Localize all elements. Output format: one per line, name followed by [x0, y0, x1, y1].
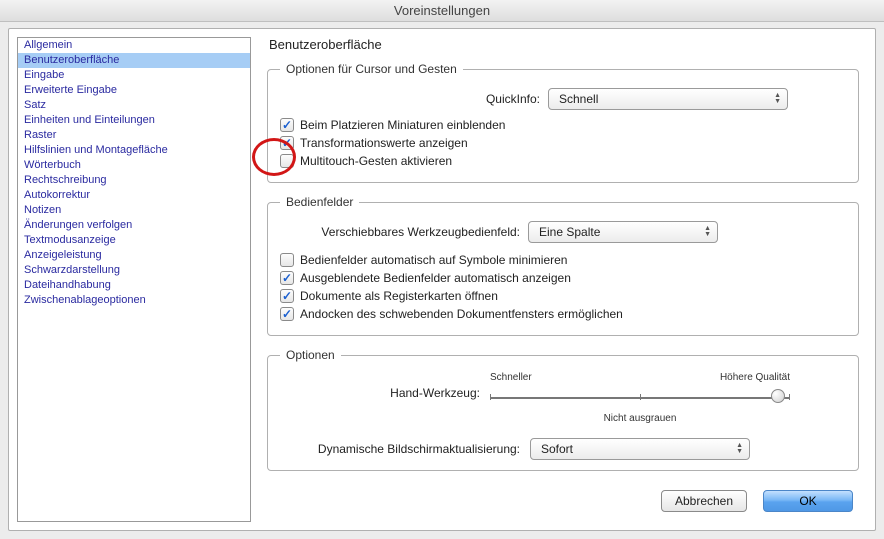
legend-panels: Bedienfelder [280, 195, 359, 209]
sidebar-item[interactable]: Änderungen verfolgen [18, 218, 250, 233]
sidebar-item[interactable]: Allgemein [18, 38, 250, 53]
sidebar-item[interactable]: Dateihandhabung [18, 278, 250, 293]
checkbox-dock-floating[interactable] [280, 307, 294, 321]
slider-label-left: Schneller [490, 372, 532, 383]
dynamic-refresh-value: Sofort [541, 442, 573, 456]
updown-icon: ▲▼ [774, 93, 781, 105]
checkbox-transform-values[interactable] [280, 136, 294, 150]
window-title: Voreinstellungen [0, 0, 884, 22]
updown-icon: ▲▼ [736, 443, 743, 455]
checkbox-auto-show-hidden-label: Ausgeblendete Bedienfelder automatisch a… [300, 271, 571, 285]
checkbox-multitouch[interactable] [280, 154, 294, 168]
sidebar-item[interactable]: Schwarzdarstellung [18, 263, 250, 278]
sidebar-item[interactable]: Wörterbuch [18, 158, 250, 173]
checkbox-auto-show-hidden[interactable] [280, 271, 294, 285]
hand-tool-slider[interactable] [490, 385, 790, 409]
dynamic-refresh-label: Dynamische Bildschirmaktualisierung: [280, 442, 520, 456]
fieldset-options: Optionen Hand-Werkzeug: Schneller Höhere… [267, 348, 859, 471]
checkbox-auto-minimize-label: Bedienfelder automatisch auf Symbole min… [300, 253, 567, 267]
sidebar-wrap: AllgemeinBenutzeroberflächeEingabeErweit… [17, 37, 251, 522]
main-panel: Benutzeroberfläche Optionen für Cursor u… [267, 37, 867, 522]
toolpanel-label: Verschiebbares Werkzeugbedienfeld: [280, 225, 520, 239]
slider-label-mid: Nicht ausgrauen [490, 413, 790, 424]
fieldset-cursor-gestures: Optionen für Cursor und Gesten QuickInfo… [267, 62, 859, 183]
legend-cursor-gestures: Optionen für Cursor und Gesten [280, 62, 463, 76]
sidebar-item[interactable]: Rechtschreibung [18, 173, 250, 188]
sidebar-item[interactable]: Erweiterte Eingabe [18, 83, 250, 98]
slider-thumb[interactable] [771, 389, 785, 403]
cancel-button[interactable]: Abbrechen [661, 490, 747, 512]
quickinfo-value: Schnell [559, 92, 598, 106]
checkbox-multitouch-label: Multitouch-Gesten aktivieren [300, 154, 452, 168]
checkbox-tabs-label: Dokumente als Registerkarten öffnen [300, 289, 498, 303]
quickinfo-label: QuickInfo: [280, 92, 540, 106]
sidebar-item[interactable]: Zwischenablageoptionen [18, 293, 250, 308]
toolpanel-value: Eine Spalte [539, 225, 600, 239]
slider-label-right: Höhere Qualität [720, 372, 790, 383]
fieldset-panels: Bedienfelder Verschiebbares Werkzeugbedi… [267, 195, 859, 336]
sidebar-item[interactable]: Einheiten und Einteilungen [18, 113, 250, 128]
toolpanel-select[interactable]: Eine Spalte ▲▼ [528, 221, 718, 243]
ok-button[interactable]: OK [763, 490, 853, 512]
sidebar-item[interactable]: Satz [18, 98, 250, 113]
category-sidebar[interactable]: AllgemeinBenutzeroberflächeEingabeErweit… [17, 37, 251, 522]
sidebar-item[interactable]: Benutzeroberfläche [18, 53, 250, 68]
checkbox-transform-values-label: Transformationswerte anzeigen [300, 136, 468, 150]
sidebar-item[interactable]: Raster [18, 128, 250, 143]
checkbox-tabs[interactable] [280, 289, 294, 303]
content-area: AllgemeinBenutzeroberflächeEingabeErweit… [8, 28, 876, 531]
preferences-window: Voreinstellungen AllgemeinBenutzeroberfl… [0, 0, 884, 539]
legend-options: Optionen [280, 348, 341, 362]
checkbox-auto-minimize[interactable] [280, 253, 294, 267]
quickinfo-select[interactable]: Schnell ▲▼ [548, 88, 788, 110]
dynamic-refresh-select[interactable]: Sofort ▲▼ [530, 438, 750, 460]
sidebar-item[interactable]: Textmodusanzeige [18, 233, 250, 248]
hand-tool-label: Hand-Werkzeug: [280, 386, 480, 400]
checkbox-thumbnails-label: Beim Platzieren Miniaturen einblenden [300, 118, 505, 132]
updown-icon: ▲▼ [704, 226, 711, 238]
sidebar-item[interactable]: Hilfslinien und Montagefläche [18, 143, 250, 158]
sidebar-item[interactable]: Notizen [18, 203, 250, 218]
sidebar-item[interactable]: Autokorrektur [18, 188, 250, 203]
checkbox-thumbnails[interactable] [280, 118, 294, 132]
checkbox-dock-floating-label: Andocken des schwebenden Dokumentfenster… [300, 307, 623, 321]
sidebar-item[interactable]: Eingabe [18, 68, 250, 83]
page-title: Benutzeroberfläche [269, 37, 859, 52]
sidebar-item[interactable]: Anzeigeleistung [18, 248, 250, 263]
